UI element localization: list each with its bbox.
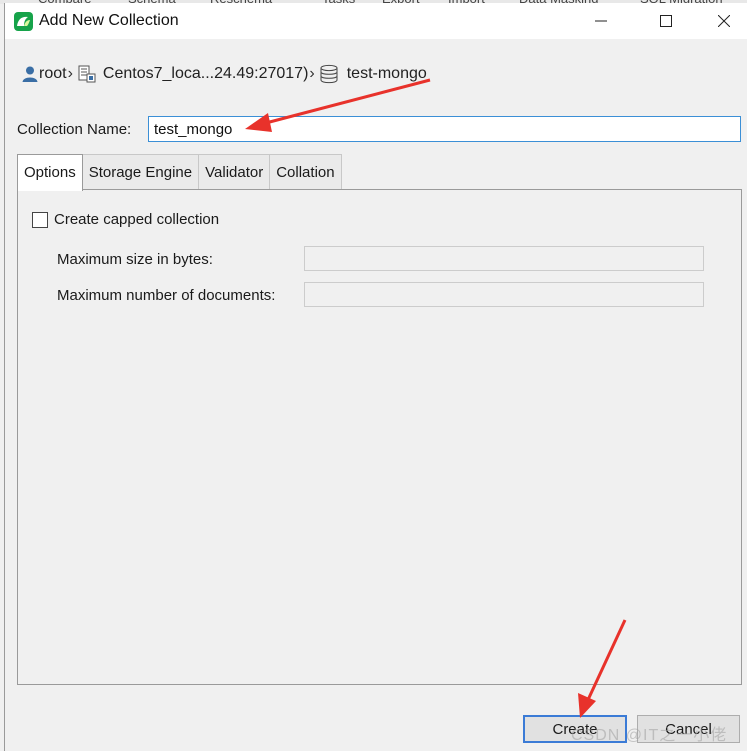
annotation-arrow-create xyxy=(578,619,627,718)
annotation-arrows xyxy=(245,78,627,718)
tab-options[interactable]: Options xyxy=(17,154,83,191)
annotation-arrow-name xyxy=(245,78,431,132)
